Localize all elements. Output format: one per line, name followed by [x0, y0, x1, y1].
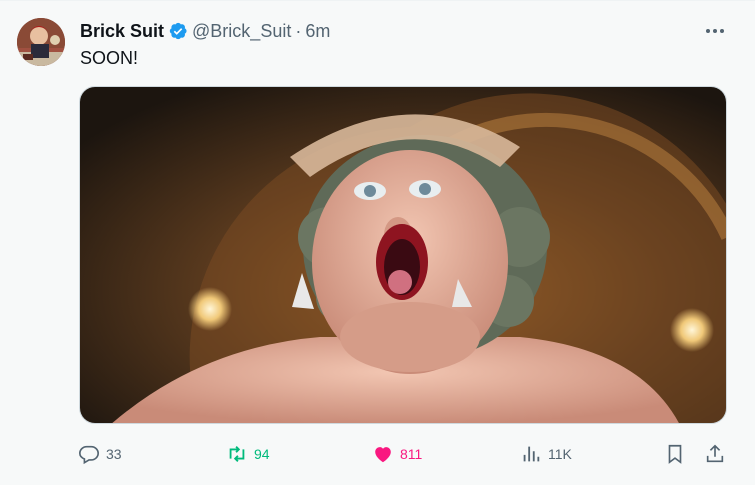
- like-button[interactable]: 811: [372, 439, 422, 469]
- tweet-card[interactable]: Brick Suit @Brick_Suit · 6m SOON! 33 94 …: [0, 0, 755, 485]
- tweet-media-image[interactable]: [79, 86, 727, 424]
- bar-chart-icon: [523, 446, 540, 462]
- retweet-icon: [229, 446, 245, 462]
- reply-icon: [79, 445, 99, 465]
- views-button[interactable]: 11K: [520, 439, 572, 469]
- reply-count: 33: [106, 446, 122, 462]
- tweet-actions: 33 94 811 11K: [78, 439, 730, 469]
- photo-icon: [80, 87, 726, 423]
- reply-button[interactable]: 33: [78, 439, 122, 469]
- author-handle[interactable]: @Brick_Suit: [192, 21, 291, 42]
- share-icon: [706, 444, 724, 463]
- share-button[interactable]: [704, 439, 726, 469]
- author-name[interactable]: Brick Suit: [80, 21, 164, 42]
- verified-badge-icon: [168, 21, 188, 41]
- timestamp[interactable]: 6m: [305, 21, 330, 42]
- retweet-button[interactable]: 94: [226, 439, 270, 469]
- tweet-header: Brick Suit @Brick_Suit · 6m: [80, 20, 330, 42]
- retweet-count: 94: [254, 446, 270, 462]
- like-count: 811: [400, 446, 423, 462]
- more-options-icon[interactable]: [703, 21, 727, 41]
- tweet-text: SOON!: [80, 48, 139, 68]
- views-count: 11K: [548, 446, 572, 462]
- heart-icon: [375, 447, 391, 463]
- bookmark-icon: [668, 444, 682, 464]
- bookmark-button[interactable]: [664, 439, 686, 469]
- separator-dot: ·: [295, 20, 302, 41]
- avatar-image: [17, 18, 65, 66]
- avatar[interactable]: [17, 18, 65, 66]
